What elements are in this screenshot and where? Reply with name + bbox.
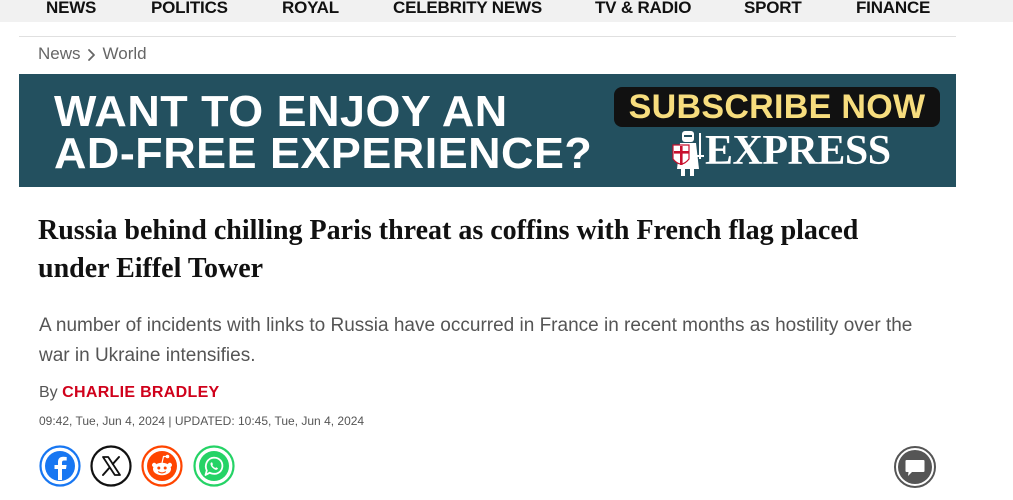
express-logo: EXPRESS [671, 129, 931, 179]
banner-headline-line-1: WANT TO ENJOY AN [54, 87, 508, 136]
whatsapp-icon [193, 445, 235, 487]
breadcrumb-item-news[interactable]: News [38, 44, 81, 64]
subscribe-now-label: SUBSCRIBE NOW [628, 88, 926, 126]
x-icon [90, 445, 132, 487]
nav-item-sport[interactable]: SPORT [744, 0, 802, 18]
breadcrumb-item-world[interactable]: World [103, 44, 147, 64]
article-headline: Russia behind chilling Paris threat as c… [38, 215, 859, 284]
top-nav: NEWS POLITICS ROYAL CELEBRITY NEWS TV & … [0, 0, 1013, 22]
byline-prefix: By [39, 384, 58, 401]
subscribe-now-button[interactable]: SUBSCRIBE NOW [614, 87, 940, 127]
share-x-button[interactable] [90, 445, 132, 487]
nav-item-politics[interactable]: POLITICS [151, 0, 228, 18]
banner-headline-line-2: AD-FREE EXPERIENCE? [54, 129, 593, 178]
nav-divider [19, 36, 956, 37]
comment-icon [898, 450, 932, 484]
comments-button[interactable] [894, 446, 936, 488]
crusader-knight-icon [672, 131, 704, 176]
nav-item-royal[interactable]: ROYAL [282, 0, 339, 18]
article-standfirst: A number of incidents with links to Russ… [39, 315, 913, 366]
byline: By Charlie Bradley [39, 384, 220, 402]
reddit-icon [141, 445, 183, 487]
facebook-icon [39, 445, 81, 487]
nav-item-celebrity-news[interactable]: CELEBRITY NEWS [393, 0, 542, 18]
chevron-right-icon [81, 44, 103, 64]
breadcrumb: News World [38, 44, 147, 64]
subscribe-banner[interactable]: WANT TO ENJOY AN AD-FREE EXPERIENCE? SUB… [19, 74, 956, 187]
share-facebook-button[interactable] [39, 445, 81, 487]
author-link[interactable]: Charlie Bradley [62, 384, 219, 401]
nav-item-news[interactable]: NEWS [46, 0, 96, 18]
nav-item-tv-radio[interactable]: TV & RADIO [595, 0, 691, 18]
express-wordmark: EXPRESS [705, 128, 891, 174]
nav-item-finance[interactable]: FINANCE [856, 0, 930, 18]
share-whatsapp-button[interactable] [193, 445, 235, 487]
share-reddit-button[interactable] [141, 445, 183, 487]
article-dateline: 09:42, Tue, Jun 4, 2024 | UPDATED: 10:45… [39, 414, 365, 428]
